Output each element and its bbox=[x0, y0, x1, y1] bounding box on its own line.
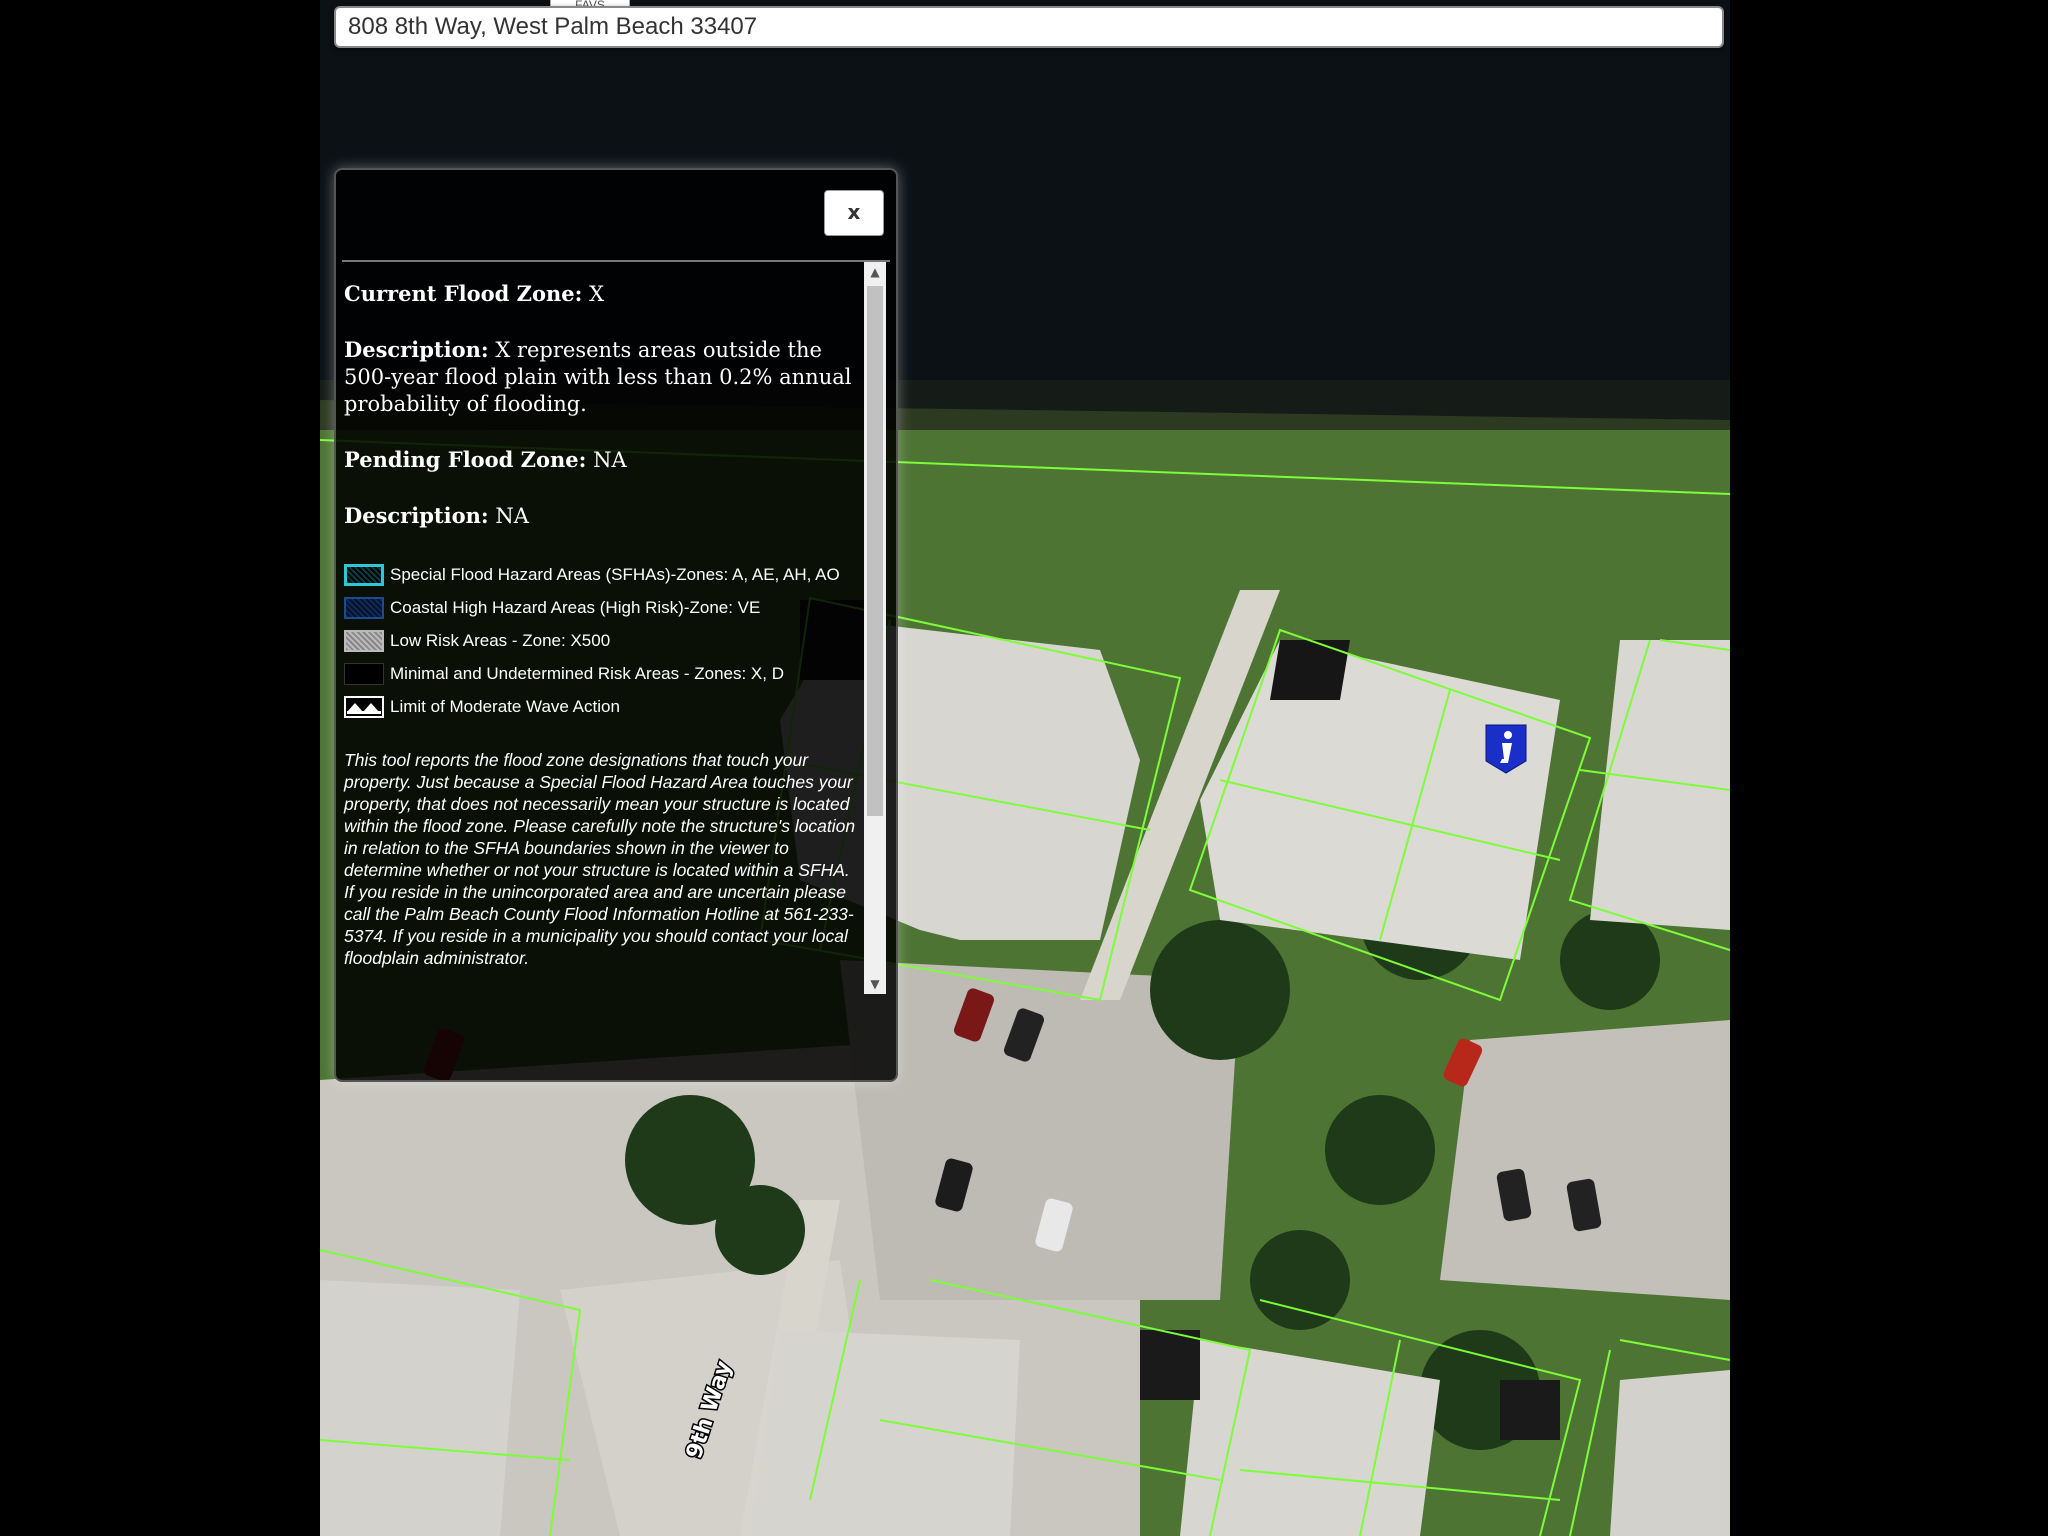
legend-item: Limit of Moderate Wave Action bbox=[344, 690, 862, 723]
wave-action-icon bbox=[344, 695, 384, 718]
pending-zone-value: NA bbox=[593, 448, 627, 472]
legend-label: Coastal High Hazard Areas (High Risk)-Zo… bbox=[390, 597, 761, 617]
current-flood-zone: Current Flood Zone: X bbox=[344, 280, 862, 308]
current-zone-label: Current Flood Zone: bbox=[344, 281, 583, 306]
current-zone-value: X bbox=[589, 282, 605, 306]
pending-zone-label: Pending Flood Zone: bbox=[344, 447, 587, 472]
description-label: Description: bbox=[344, 337, 489, 362]
flood-legend: Special Flood Hazard Areas (SFHAs)-Zones… bbox=[344, 558, 862, 723]
disclaimer-text: This tool reports the flood zone designa… bbox=[344, 750, 856, 968]
pending-description-value: NA bbox=[495, 504, 529, 528]
sfha-swatch-icon bbox=[344, 563, 384, 586]
flood-zone-popup: x Current Flood Zone: X Description: X r… bbox=[334, 168, 898, 1082]
parking-lot bbox=[1440, 1020, 1730, 1300]
close-button[interactable]: x bbox=[824, 190, 884, 236]
low-risk-swatch-icon bbox=[344, 629, 384, 652]
legend-item: Low Risk Areas - Zone: X500 bbox=[344, 624, 862, 657]
legend-item: Coastal High Hazard Areas (High Risk)-Zo… bbox=[344, 591, 862, 624]
pending-zone-description: Description: NA bbox=[344, 502, 862, 530]
legend-label: Special Flood Hazard Areas (SFHAs)-Zones… bbox=[390, 564, 840, 584]
minimal-swatch-icon bbox=[344, 662, 384, 685]
scroll-down-icon[interactable]: ▼ bbox=[864, 974, 886, 994]
legend-label: Limit of Moderate Wave Action bbox=[390, 696, 620, 716]
popup-header: x bbox=[342, 170, 890, 262]
pending-flood-zone: Pending Flood Zone: NA bbox=[344, 446, 862, 474]
legend-label: Low Risk Areas - Zone: X500 bbox=[390, 630, 611, 650]
popup-scrollbar[interactable]: ▲ ▼ bbox=[864, 262, 886, 994]
address-search-input[interactable] bbox=[334, 6, 1724, 48]
popup-scroll-area[interactable]: Current Flood Zone: X Description: X rep… bbox=[342, 262, 864, 994]
scroll-up-icon[interactable]: ▲ bbox=[864, 262, 886, 282]
legend-item: Special Flood Hazard Areas (SFHAs)-Zones… bbox=[344, 558, 862, 591]
pending-description-label: Description: bbox=[344, 503, 489, 528]
coastal-swatch-icon bbox=[344, 596, 384, 619]
current-zone-description: Description: X represents areas outside … bbox=[344, 336, 862, 418]
scroll-thumb[interactable] bbox=[867, 286, 883, 816]
map-viewport[interactable]: 9th Way FAVS x Current Flood Zone: X Des… bbox=[320, 0, 1730, 1536]
legend-item: Minimal and Undetermined Risk Areas - Zo… bbox=[344, 657, 862, 690]
legend-label: Minimal and Undetermined Risk Areas - Zo… bbox=[390, 663, 784, 683]
